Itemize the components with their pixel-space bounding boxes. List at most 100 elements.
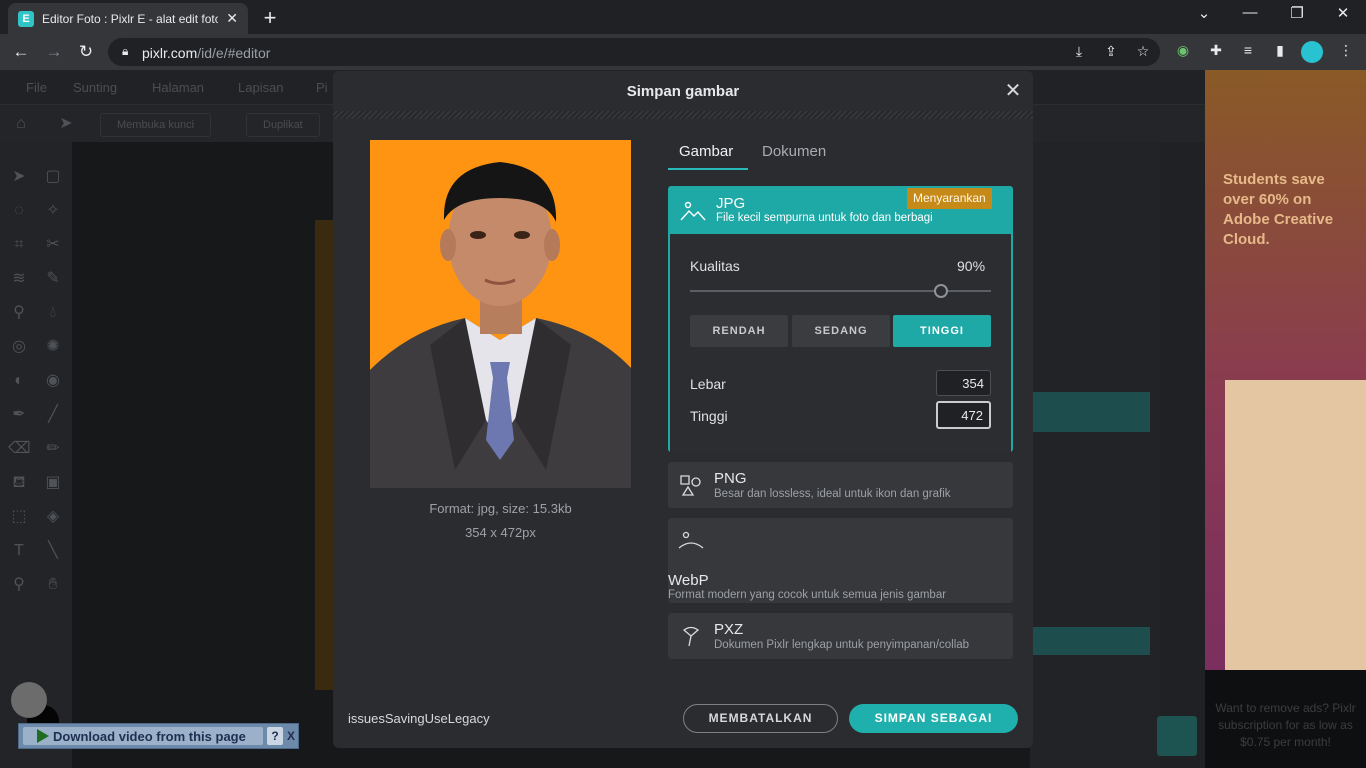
foreground-color-swatch[interactable] bbox=[11, 682, 47, 718]
close-dialog-icon[interactable]: ✕ bbox=[1003, 80, 1023, 102]
cancel-button[interactable]: MEMBATALKAN bbox=[683, 704, 838, 733]
picker-tool-icon[interactable]: ╲ bbox=[42, 540, 64, 562]
menu-lapisan[interactable]: Lapisan bbox=[238, 80, 284, 95]
share-icon[interactable]: ⇪ bbox=[1102, 43, 1120, 60]
tool-palette: ➤ ▢ ◌ ✧ ⌗ ✂ ≋ ✎ ⚲ 💧︎ ◎ ✺ ◐ ◉ ✒ ╱ ⌫ ✏ ⛾ ▣… bbox=[0, 142, 72, 768]
home-icon[interactable]: ⌂ bbox=[10, 113, 32, 135]
layer-row-selected[interactable] bbox=[1030, 392, 1150, 432]
download-video-button[interactable]: Download video from this page bbox=[23, 727, 263, 745]
dialog-header: Simpan gambar ✕ bbox=[333, 71, 1033, 111]
forward-icon[interactable]: → bbox=[42, 40, 66, 64]
profile-avatar[interactable] bbox=[1301, 41, 1323, 63]
dialog-title: Simpan gambar bbox=[626, 83, 740, 100]
side-panel-icon[interactable]: ▮ bbox=[1270, 42, 1290, 59]
menu-sunting[interactable]: Sunting bbox=[73, 80, 117, 95]
lock-icon[interactable]: 🔒︎ bbox=[122, 44, 128, 59]
gradient-tool-icon[interactable]: ▣ bbox=[42, 472, 64, 494]
download-video-label: Download video from this page bbox=[53, 728, 246, 744]
help-button[interactable]: ? bbox=[267, 727, 283, 745]
pencil-tool-icon[interactable]: ✏ bbox=[42, 438, 64, 460]
url-text: pixlr.com/id/e/#editor bbox=[142, 45, 271, 61]
quality-high-button[interactable]: TINGGI bbox=[893, 315, 991, 347]
preview-format-size: Format: jpg, size: 15.3kb bbox=[429, 501, 572, 516]
heal-tool-icon[interactable]: ✎ bbox=[42, 268, 64, 290]
fill-tool-icon[interactable]: ⛾ bbox=[8, 472, 30, 494]
install-app-icon[interactable]: ⤓ bbox=[1070, 43, 1088, 60]
tab-title: Editor Foto : Pixlr E - alat edit foto bbox=[42, 11, 219, 26]
height-input[interactable] bbox=[936, 401, 991, 429]
color-replace-icon[interactable]: ◐ bbox=[8, 370, 30, 392]
extensions-puzzle-icon[interactable]: ✚ bbox=[1206, 42, 1226, 59]
eraser-tool-icon[interactable]: ⌫ bbox=[8, 438, 31, 460]
new-tab-icon[interactable]: + bbox=[258, 5, 282, 31]
menu-halaman[interactable]: Halaman bbox=[152, 80, 204, 95]
download-side-button[interactable] bbox=[1157, 716, 1197, 756]
drop-tool-icon[interactable]: 💧︎ bbox=[42, 302, 64, 324]
ad-image bbox=[1225, 380, 1366, 670]
restore-icon[interactable]: ❐ bbox=[1285, 4, 1309, 22]
window-close-icon[interactable]: ✕ bbox=[1331, 4, 1355, 22]
quality-slider-handle[interactable] bbox=[933, 284, 948, 298]
arrange-tool-icon[interactable]: ➤ bbox=[8, 166, 30, 188]
hand-tool-icon[interactable]: ✋︎ bbox=[42, 574, 64, 596]
height-label: Tinggi bbox=[690, 408, 728, 424]
back-icon[interactable]: ← bbox=[9, 40, 33, 64]
duplicate-button[interactable]: Duplikat bbox=[246, 113, 320, 137]
tab-close-icon[interactable]: ✕ bbox=[226, 10, 238, 27]
browser-tab[interactable]: E Editor Foto : Pixlr E - alat edit foto… bbox=[8, 3, 248, 34]
pixlr-favicon-icon: E bbox=[18, 10, 34, 27]
liquify-tool-icon[interactable]: ≋ bbox=[8, 268, 30, 290]
text-tool-icon[interactable]: T bbox=[8, 540, 30, 562]
ad-headline: Students save over 60% on Adobe Creative… bbox=[1223, 171, 1334, 248]
menu-more[interactable]: Pi bbox=[316, 80, 328, 95]
pxz-document-icon bbox=[678, 624, 704, 648]
tab-dokumen[interactable]: Dokumen bbox=[762, 143, 826, 173]
save-as-button[interactable]: SIMPAN SEBAGAI bbox=[849, 704, 1018, 733]
minimize-icon[interactable]: — bbox=[1238, 4, 1262, 21]
quality-medium-button[interactable]: SEDANG bbox=[792, 315, 890, 347]
format-name-png: PNG bbox=[714, 470, 747, 487]
webp-image-icon bbox=[678, 530, 704, 554]
shape-tool-icon[interactable]: ⬚ bbox=[8, 506, 30, 528]
bookmark-star-icon[interactable]: ☆ bbox=[1134, 43, 1152, 60]
media-queue-icon[interactable]: ≡ bbox=[1238, 42, 1258, 58]
portrait-photo bbox=[370, 140, 631, 488]
wand-tool-icon[interactable]: ✧ bbox=[42, 200, 64, 222]
sponge-tool-icon[interactable]: ✺ bbox=[42, 336, 64, 358]
pen-tool-icon[interactable]: ✒ bbox=[8, 404, 30, 426]
tab-search-chevron-icon[interactable]: ⌄ bbox=[1192, 4, 1216, 22]
address-bar[interactable]: 🔒︎ pixlr.com/id/e/#editor ⤓ ⇪ ☆ bbox=[108, 38, 1160, 66]
format-name-webp: WebP bbox=[668, 572, 709, 589]
lasso-tool-icon[interactable]: ◌ bbox=[8, 200, 30, 222]
marquee-tool-icon[interactable]: ▢ bbox=[42, 166, 64, 188]
download-video-bar: Download video from this page ? X bbox=[18, 723, 299, 749]
width-input[interactable] bbox=[936, 370, 991, 396]
browser-toolbar: ← → ↻ 🔒︎ pixlr.com/id/e/#editor ⤓ ⇪ ☆ ◉ … bbox=[0, 34, 1366, 70]
format-option-webp[interactable]: WebP Format modern yang cocok untuk semu… bbox=[668, 518, 1013, 603]
dodge-tool-icon[interactable]: ◎ bbox=[8, 336, 30, 358]
format-option-jpg[interactable]: JPG File kecil sempurna untuk foto dan b… bbox=[668, 186, 1013, 453]
format-desc-webp: Format modern yang cocok untuk semua jen… bbox=[668, 589, 947, 601]
adobe-ad-panel: Students save over 60% on Adobe Creative… bbox=[1205, 70, 1366, 768]
close-download-bar-button[interactable]: X bbox=[285, 727, 297, 745]
menu-file[interactable]: File bbox=[26, 80, 47, 95]
side-strip bbox=[1160, 142, 1205, 768]
extension-color-icon[interactable]: ◉ bbox=[1173, 42, 1193, 59]
sticker-tool-icon[interactable]: ◈ bbox=[42, 506, 64, 528]
preview-dimensions: 354 x 472px bbox=[465, 525, 536, 540]
layer-row-background[interactable] bbox=[1030, 627, 1150, 655]
format-option-pxz[interactable]: PXZ Dokumen Pixlr lengkap untuk penyimpa… bbox=[668, 613, 1013, 659]
focus-tool-icon[interactable]: ◉ bbox=[42, 370, 64, 392]
zoom-tool-icon[interactable]: ⚲ bbox=[8, 574, 30, 596]
format-name-jpg: JPG bbox=[716, 195, 746, 212]
cutout-tool-icon[interactable]: ✂ bbox=[42, 234, 64, 256]
format-option-png[interactable]: PNG Besar dan lossless, ideal untuk ikon… bbox=[668, 462, 1013, 508]
unlock-button[interactable]: Membuka kunci bbox=[100, 113, 212, 137]
chrome-menu-icon[interactable]: ⋮ bbox=[1336, 42, 1356, 59]
arrange-icon[interactable]: ➤ bbox=[55, 113, 77, 135]
reload-icon[interactable]: ↻ bbox=[74, 40, 98, 64]
brush-tool-icon[interactable]: ╱ bbox=[42, 404, 64, 426]
clone-tool-icon[interactable]: ⚲ bbox=[8, 302, 30, 324]
crop-tool-icon[interactable]: ⌗ bbox=[8, 234, 30, 256]
quality-low-button[interactable]: RENDAH bbox=[690, 315, 788, 347]
